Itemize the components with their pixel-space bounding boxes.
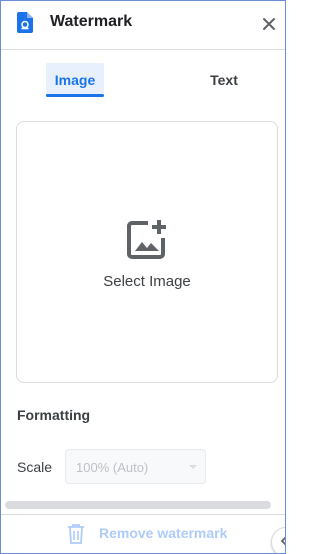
panel-title: Watermark (50, 13, 133, 30)
watermark-panel: Watermark Image Text Select Image Format… (0, 0, 286, 554)
scale-select[interactable]: 100% (Auto) (65, 449, 206, 484)
select-image-label: Select Image (103, 273, 191, 290)
formatting-heading: Formatting (17, 407, 91, 423)
remove-watermark-label: Remove watermark (99, 525, 228, 541)
trash-icon (68, 524, 84, 544)
panel-header: Watermark (1, 1, 285, 50)
tab-image[interactable]: Image (46, 63, 104, 97)
horizontal-scrollbar[interactable] (5, 501, 271, 509)
collapse-panel-button[interactable] (271, 527, 285, 553)
tab-text[interactable]: Text (191, 63, 257, 97)
panel-footer: Remove watermark (1, 514, 285, 553)
select-image-area[interactable]: Select Image (16, 121, 278, 383)
scale-label: Scale (17, 459, 53, 475)
chevron-down-icon (189, 465, 197, 469)
chevron-left-icon (280, 536, 285, 546)
watermark-doc-icon (17, 12, 33, 33)
add-photo-icon (127, 220, 166, 259)
close-icon[interactable] (258, 13, 280, 35)
scale-value: 100% (Auto) (76, 460, 149, 475)
